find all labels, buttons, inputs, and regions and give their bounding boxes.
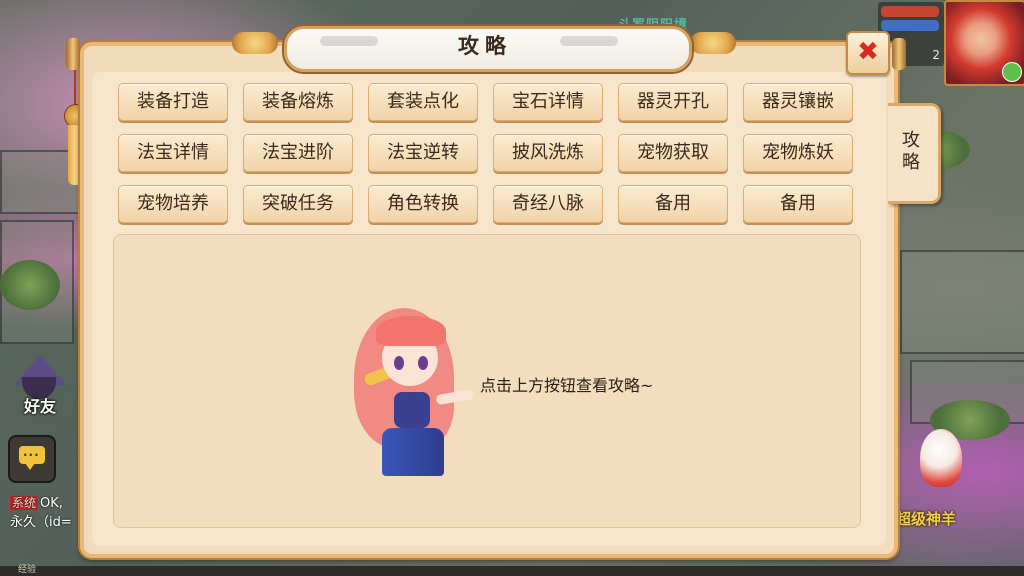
status-badge-icon — [1002, 62, 1022, 82]
ellipsis-icon: ··· — [23, 448, 40, 462]
mana-bar — [881, 20, 939, 31]
experience-bar — [0, 566, 1024, 576]
guide-button-gem-details[interactable]: 宝石详情 — [493, 83, 603, 121]
chat-message: OK, — [40, 496, 63, 511]
guide-button-pet-obtain[interactable]: 宠物获取 — [618, 134, 728, 172]
guide-button-reserve-2[interactable]: 备用 — [743, 185, 853, 223]
title-scroll-ornament-right — [690, 32, 736, 54]
title-scroll-ornament-left — [232, 32, 278, 54]
health-bar — [881, 6, 939, 17]
tab-guide[interactable]: 攻略 — [888, 103, 941, 204]
close-button[interactable]: ✖ — [846, 31, 890, 75]
guide-button-equipment-forging[interactable]: 装备打造 — [118, 83, 228, 121]
guide-button-set-enchant[interactable]: 套装点化 — [368, 83, 478, 121]
guide-button-spirit-socket[interactable]: 器灵开孔 — [618, 83, 728, 121]
guide-hint-text: 点击上方按钮查看攻略~ — [480, 376, 654, 395]
close-icon: ✖ — [857, 37, 879, 67]
tab-guide-label: 攻略 — [902, 130, 920, 173]
guide-button-treasure-advance[interactable]: 法宝进阶 — [243, 134, 353, 172]
pet-name-label: 超级神羊 — [896, 510, 957, 528]
chat-line: 永久（id= — [10, 515, 72, 530]
chat-button[interactable]: ··· — [8, 435, 56, 483]
dialog-pin-left — [66, 38, 80, 70]
guide-button-equipment-smelting[interactable]: 装备熔炼 — [243, 83, 353, 121]
dialog-title: 攻略 — [458, 34, 512, 58]
bush — [0, 260, 60, 310]
mascot-bangs — [376, 316, 446, 346]
system-channel-tag: 系统 — [10, 496, 39, 510]
guide-button-pet-refine[interactable]: 宠物炼妖 — [743, 134, 853, 172]
pet-sprite[interactable] — [912, 425, 972, 495]
player-level: 2 — [932, 48, 940, 62]
mascot-eye — [394, 356, 404, 370]
guide-button-treasure-reverse[interactable]: 法宝逆转 — [368, 134, 478, 172]
ground-tile — [900, 250, 1024, 354]
guide-button-spirit-inlay[interactable]: 器灵镶嵌 — [743, 83, 853, 121]
mascot-girl-illustration — [336, 300, 496, 480]
guide-button-meridians[interactable]: 奇经八脉 — [493, 185, 603, 223]
tassel-cord — [74, 70, 76, 106]
player-avatar[interactable] — [944, 0, 1024, 86]
guide-button-role-switch[interactable]: 角色转换 — [368, 185, 478, 223]
guide-button-breakthrough-quest[interactable]: 突破任务 — [243, 185, 353, 223]
mascot-eye — [418, 356, 428, 370]
guide-button-pet-training[interactable]: 宠物培养 — [118, 185, 228, 223]
guide-button-treasure-details[interactable]: 法宝详情 — [118, 134, 228, 172]
mascot-skirt — [382, 428, 444, 476]
guide-button-reserve-1[interactable]: 备用 — [618, 185, 728, 223]
lion-dance-pet-icon — [920, 429, 962, 487]
mascot-top — [394, 392, 430, 428]
chat-line: 系统 OK, — [10, 494, 90, 513]
friends-label: 好友 — [24, 397, 57, 416]
guide-button-cape-refine[interactable]: 披风洗炼 — [493, 134, 603, 172]
friends-button[interactable]: 好友 — [8, 355, 68, 416]
dialog-pin-right — [892, 38, 906, 70]
experience-label: 经验 — [18, 565, 37, 575]
chat-log[interactable]: 系统 OK, 永久（id= — [10, 494, 90, 532]
